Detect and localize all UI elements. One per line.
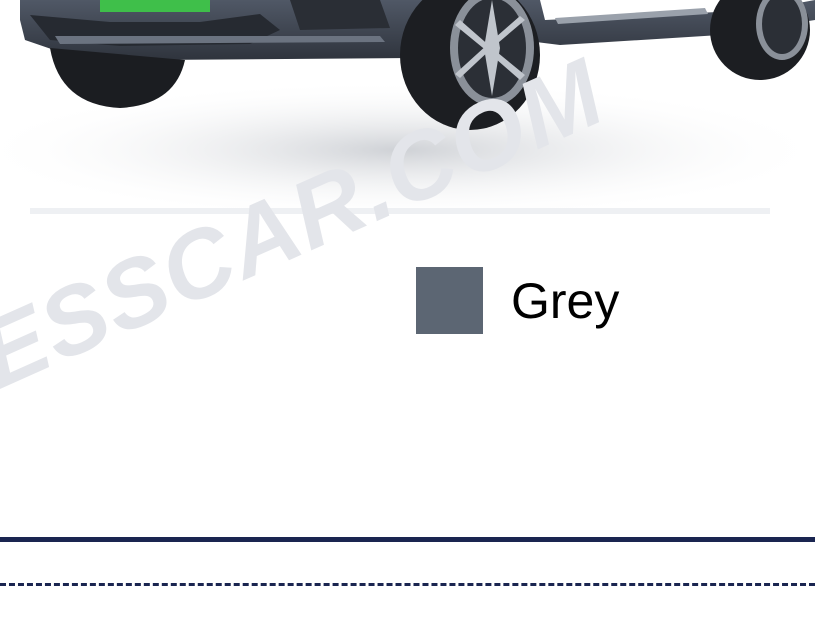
color-label: Grey xyxy=(511,272,620,329)
color-option: Grey xyxy=(416,267,619,334)
dashed-divider xyxy=(0,583,815,586)
color-swatch xyxy=(416,267,483,334)
solid-divider xyxy=(0,537,815,542)
car-photo xyxy=(0,0,815,220)
